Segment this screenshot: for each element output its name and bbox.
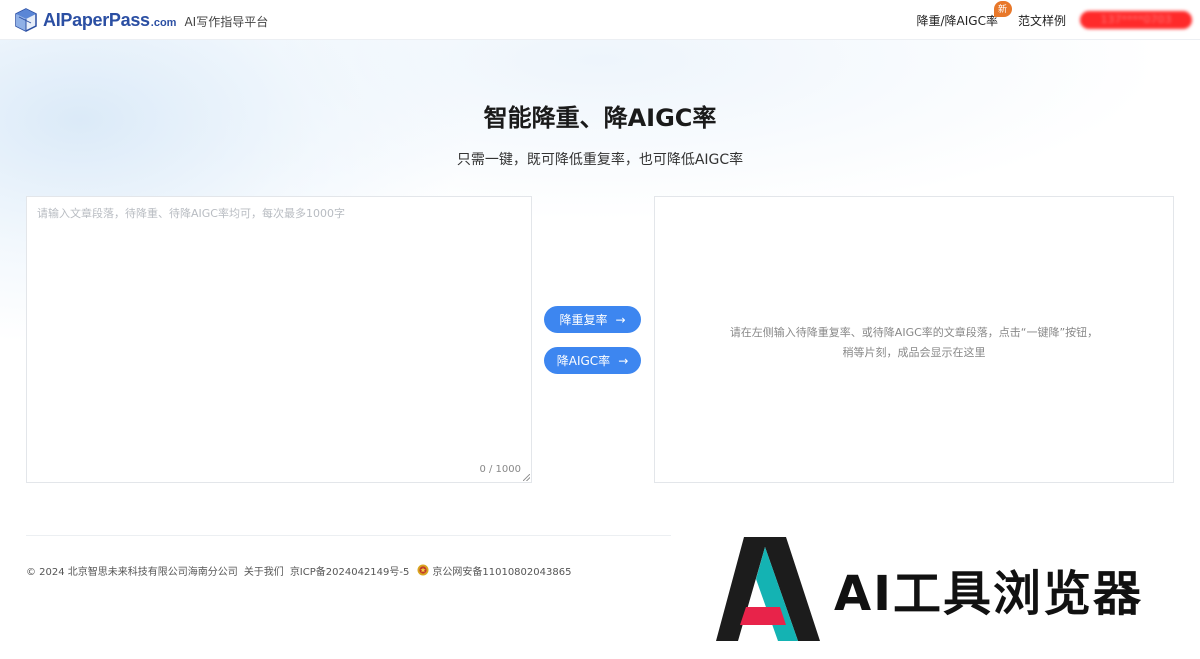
logo-subtitle: AI写作指导平台 [184,14,269,29]
watermark: AI工具浏览器 [716,537,1156,641]
site-logo[interactable]: AIPaperPass .com AI写作指导平台 [13,7,268,33]
site-footer: © 2024 北京智思未来科技有限公司海南分公司 关于我们 京ICP备20240… [26,563,571,578]
logo-cube-icon [15,8,37,32]
copyright-text: © 2024 北京智思未来科技有限公司海南分公司 [26,566,238,578]
output-hint-line1: 请在左侧输入待降重复率、或待降AIGC率的文章段落，点击“一键降”按钮， [729,325,1099,339]
reduce-duplication-button[interactable]: 降重复率 → [544,306,641,333]
logo-text: AIPaperPass [43,9,150,30]
input-panel: 0 / 1000 [26,196,532,483]
nav-reduce-link[interactable]: 降重/降AIGC率 新 [916,0,1012,29]
user-account-menu[interactable]: 137****0703 [1080,11,1192,29]
page-title: 智能降重、降AIGC率 [483,104,717,132]
output-placeholder: 请在左侧输入待降重复率、或待降AIGC率的文章段落，点击“一键降”按钮， 稍等片… [714,323,1114,363]
output-panel: 请在左侧输入待降重复率、或待降AIGC率的文章段落，点击“一键降”按钮， 稍等片… [654,196,1174,483]
footer-divider [26,535,671,536]
logo-domain: .com [150,17,177,29]
reduce-duplication-label: 降重复率 [559,313,608,327]
police-record-link[interactable]: 京公网安备11010802043865 [432,563,571,578]
watermark-a-logo-icon [716,537,820,641]
icp-link[interactable]: 京ICP备2024042149号-5 [290,563,410,578]
reduce-aigc-button[interactable]: 降AIGC率 → [544,347,641,374]
about-link[interactable]: 关于我们 [244,563,284,578]
page-subtitle: 只需一键，既可降低重复率，也可降低AIGC率 [456,152,744,168]
arrow-right-icon: → [618,353,629,368]
new-badge: 新 [993,0,1012,17]
char-counter: 0 / 1000 [479,464,521,475]
output-hint-line2: 稍等片刻，成品会显示在这里 [842,345,986,359]
police-badge-icon [417,564,429,576]
nav-reduce-label: 降重/降AIGC率 [916,13,998,28]
main-nav: 降重/降AIGC率 新 范文样例 137****0703 [917,0,1200,40]
reduce-aigc-label: 降AIGC率 [556,354,611,368]
resize-handle[interactable] [523,474,530,481]
nav-samples-link[interactable]: 范文样例 [1018,12,1066,29]
arrow-right-icon: → [615,312,626,327]
article-input[interactable] [27,197,531,482]
watermark-text: AI工具浏览器 [834,566,1144,622]
top-navbar: AIPaperPass .com AI写作指导平台 降重/降AIGC率 新 范文… [0,0,1200,40]
